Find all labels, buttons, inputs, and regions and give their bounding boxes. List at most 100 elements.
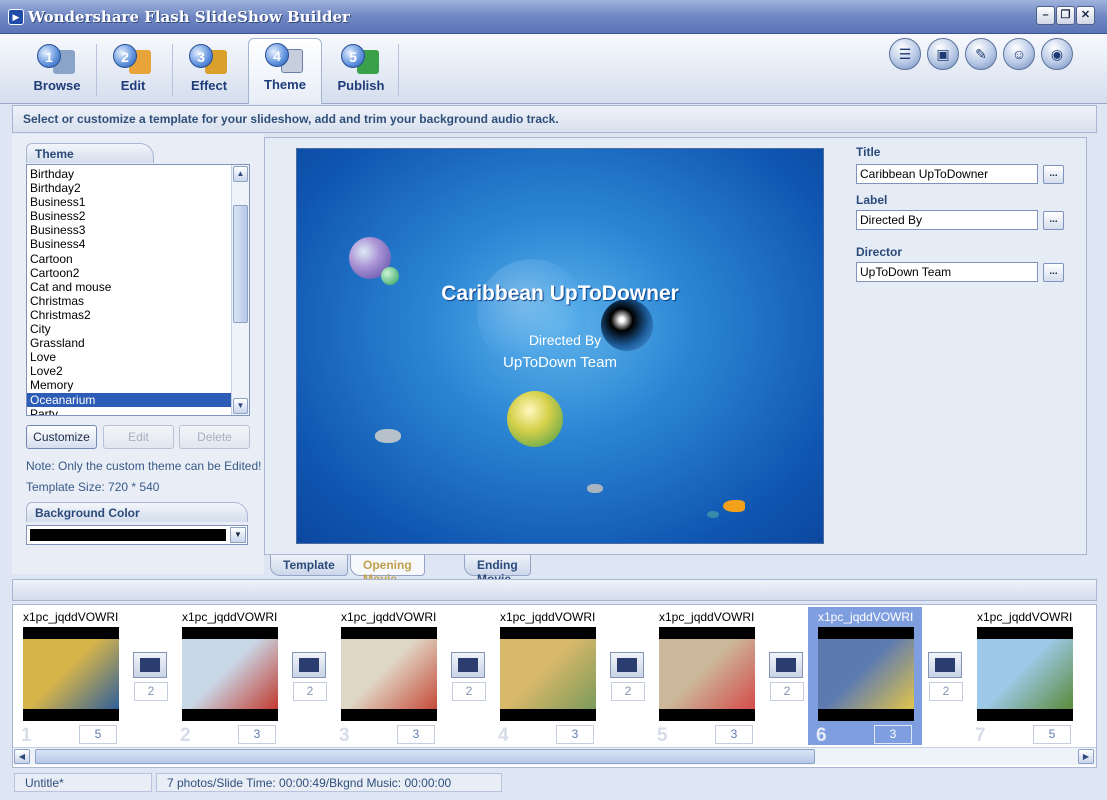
theme-list-item[interactable]: Love2 — [27, 364, 231, 378]
tab-ending-movie[interactable]: Ending Movie — [464, 555, 531, 586]
scroll-up-icon[interactable]: ▲ — [233, 166, 248, 182]
step-effect[interactable]: 3 Effect — [172, 40, 246, 100]
theme-list-item[interactable]: Cat and mouse — [27, 280, 231, 294]
save-button[interactable]: ▣ — [927, 38, 959, 70]
step-edit[interactable]: 2 Edit — [96, 40, 170, 100]
scroll-thumb[interactable] — [233, 205, 248, 323]
tab-template[interactable]: Template — [270, 555, 348, 576]
step-publish[interactable]: 5 Publish — [324, 40, 398, 100]
theme-list-item[interactable]: Christmas2 — [27, 308, 231, 322]
transition-item[interactable]: 2 — [923, 607, 968, 745]
tab-opening-movie[interactable]: Opening Movie — [350, 555, 425, 586]
transition-item[interactable]: 2 — [764, 607, 809, 745]
label-input[interactable] — [856, 210, 1038, 230]
theme-list-item[interactable]: Love — [27, 350, 231, 364]
transition-icon[interactable] — [610, 652, 644, 678]
label-label: Label — [856, 193, 888, 207]
director-browse-button[interactable]: ... — [1043, 263, 1064, 282]
theme-list-item[interactable]: City — [27, 322, 231, 336]
transition-icon[interactable] — [769, 652, 803, 678]
theme-list-item[interactable]: Birthday2 — [27, 181, 231, 195]
theme-list-item[interactable]: Cartoon — [27, 252, 231, 266]
timeline-scrollbar[interactable]: ◀ ▶ — [13, 747, 1096, 765]
minimize-button[interactable]: – — [1036, 6, 1055, 25]
bg-color-select[interactable]: ▼ — [26, 525, 248, 545]
title-label: Title — [856, 145, 881, 159]
theme-list-item[interactable]: Party — [27, 407, 231, 415]
tools-button[interactable]: ✎ — [965, 38, 997, 70]
slide-number: 7 — [975, 725, 986, 746]
transition-duration[interactable]: 2 — [770, 682, 804, 701]
transition-item[interactable]: 2 — [446, 607, 491, 745]
title-browse-button[interactable]: ... — [1043, 165, 1064, 184]
slide-timeline: x1pc_jqddVOWRI 1 5 2 x1pc_jqddVOWRI 2 3 2 x1pc_j… — [12, 604, 1097, 768]
theme-list-item[interactable]: Business4 — [27, 237, 231, 251]
globe-icon: ◉ — [1050, 46, 1064, 62]
slide-duration[interactable]: 3 — [397, 725, 435, 744]
theme-list-item[interactable]: Grassland — [27, 336, 231, 350]
slide-item[interactable]: x1pc_jqddVOWRI 6 3 — [808, 607, 922, 746]
slide-item[interactable]: x1pc_jqddVOWRI 7 5 — [967, 607, 1081, 746]
delete-button[interactable]: Delete — [179, 425, 250, 449]
theme-list-item[interactable]: Cartoon2 — [27, 266, 231, 280]
slide-item[interactable]: x1pc_jqddVOWRI 5 3 — [649, 607, 763, 746]
list-view-button[interactable]: ☰ — [889, 38, 921, 70]
label-browse-button[interactable]: ... — [1043, 211, 1064, 230]
transition-duration[interactable]: 2 — [929, 682, 963, 701]
transition-item[interactable]: 2 — [287, 607, 332, 745]
transition-duration[interactable]: 2 — [134, 682, 168, 701]
slide-duration[interactable]: 3 — [556, 725, 594, 744]
step-browse[interactable]: 1 Browse — [20, 40, 94, 100]
theme-list[interactable]: Birthday Birthday2 Business1 Business2 Busin… — [26, 164, 250, 416]
transition-item[interactable]: 2 — [128, 607, 173, 745]
customize-button[interactable]: Customize — [26, 425, 97, 449]
disk-icon: ▣ — [936, 46, 950, 62]
step-label: Theme — [264, 77, 306, 92]
restore-button[interactable]: ❐ — [1056, 6, 1075, 25]
step-number: 2 — [113, 44, 137, 68]
slide-duration[interactable]: 5 — [1033, 725, 1071, 744]
transition-icon[interactable] — [451, 652, 485, 678]
transition-icon[interactable] — [928, 652, 962, 678]
scroll-right-icon[interactable]: ▶ — [1078, 749, 1094, 764]
theme-list-item[interactable]: Business3 — [27, 223, 231, 237]
transition-icon[interactable] — [292, 652, 326, 678]
scroll-thumb[interactable] — [35, 749, 815, 764]
slide-duration[interactable]: 3 — [715, 725, 753, 744]
edit-button[interactable]: Edit — [103, 425, 174, 449]
theme-list-item[interactable]: Birthday — [27, 167, 231, 181]
user-icon: ☺ — [1011, 46, 1027, 62]
slide-duration[interactable]: 3 — [238, 725, 276, 744]
transition-item[interactable]: 2 — [605, 607, 650, 745]
account-button[interactable]: ☺ — [1003, 38, 1035, 70]
slide-item[interactable]: x1pc_jqddVOWRI 2 3 — [172, 607, 286, 746]
chevron-down-icon[interactable]: ▼ — [230, 527, 246, 543]
transition-duration[interactable]: 2 — [293, 682, 327, 701]
rock-decoration — [375, 429, 401, 443]
slide-item[interactable]: x1pc_jqddVOWRI 3 3 — [331, 607, 445, 746]
theme-list-item[interactable]: Christmas — [27, 294, 231, 308]
web-button[interactable]: ◉ — [1041, 38, 1073, 70]
theme-list-item[interactable]: Oceanarium — [27, 392, 231, 407]
transition-icon[interactable] — [133, 652, 167, 678]
scroll-down-icon[interactable]: ▼ — [233, 398, 248, 414]
transition-duration[interactable]: 2 — [452, 682, 486, 701]
color-swatch — [30, 529, 226, 541]
list-icon: ☰ — [898, 46, 912, 62]
theme-list-item[interactable]: Memory — [27, 378, 231, 392]
transition-duration[interactable]: 2 — [611, 682, 645, 701]
title-input[interactable] — [856, 164, 1038, 184]
slide-duration[interactable]: 3 — [874, 725, 912, 744]
slide-item[interactable]: x1pc_jqddVOWRI 4 3 — [490, 607, 604, 746]
step-number: 4 — [265, 43, 289, 67]
slide-duration[interactable]: 5 — [79, 725, 117, 744]
scroll-left-icon[interactable]: ◀ — [14, 749, 30, 764]
close-button[interactable]: ✕ — [1076, 6, 1095, 25]
step-theme[interactable]: 4 Theme — [248, 38, 322, 104]
theme-scrollbar[interactable]: ▲ ▼ — [231, 165, 249, 415]
theme-list-item[interactable]: Business2 — [27, 209, 231, 223]
director-input[interactable] — [856, 262, 1038, 282]
slide-number: 1 — [21, 725, 32, 746]
theme-list-item[interactable]: Business1 — [27, 195, 231, 209]
slide-item[interactable]: x1pc_jqddVOWRI 1 5 — [13, 607, 127, 746]
